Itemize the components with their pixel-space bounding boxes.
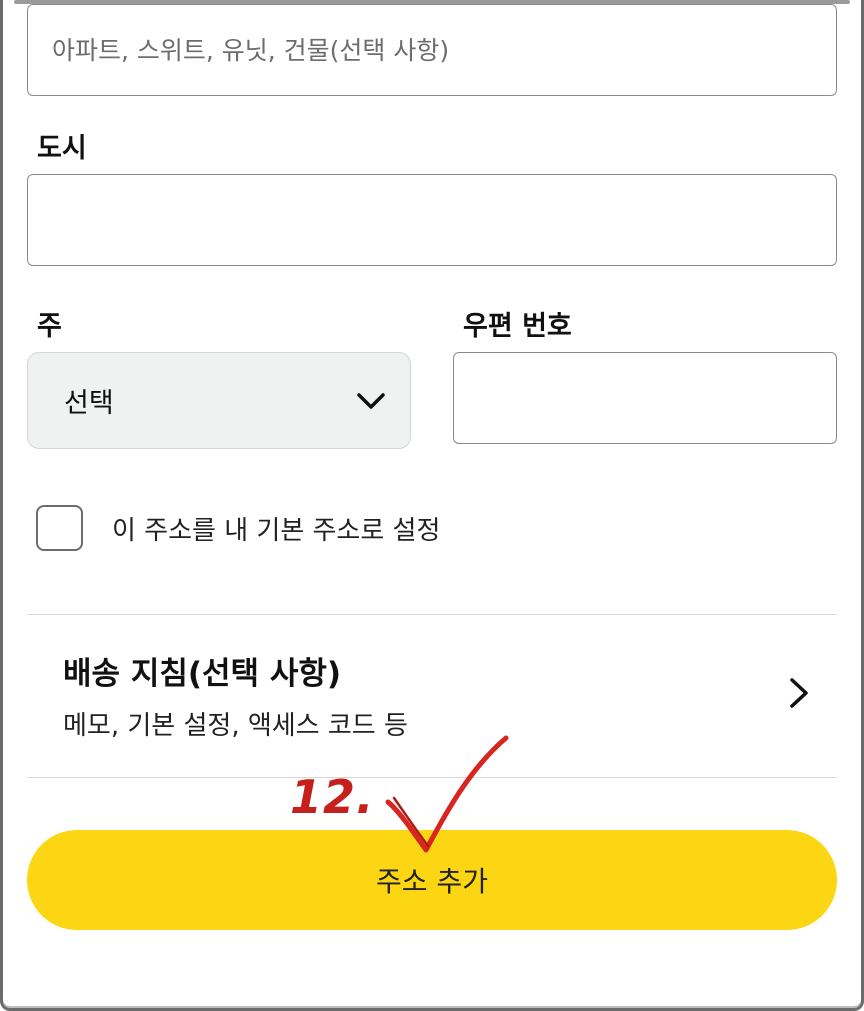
address-line2-field[interactable] xyxy=(27,4,837,96)
state-select[interactable]: 선택 xyxy=(27,352,411,449)
postal-code-input[interactable] xyxy=(454,353,836,443)
delivery-instructions-title: 배송 지침(선택 사항) xyxy=(63,656,342,692)
step-annotation: 12. xyxy=(290,770,375,824)
chevron-down-icon xyxy=(357,392,385,409)
address-line2-input[interactable] xyxy=(28,5,836,95)
checkmark-annotation-icon xyxy=(385,735,509,853)
delivery-instructions-subtitle: 메모, 기본 설정, 액세스 코드 등 xyxy=(63,711,408,741)
city-field[interactable] xyxy=(27,174,837,266)
default-address-checkbox[interactable] xyxy=(36,505,83,551)
city-input[interactable] xyxy=(28,175,836,265)
postal-code-field[interactable] xyxy=(453,352,837,444)
city-label: 도시 xyxy=(37,133,87,164)
postal-code-label: 우편 번호 xyxy=(463,311,572,342)
chevron-right-icon xyxy=(790,678,808,708)
default-address-label[interactable]: 이 주소를 내 기본 주소로 설정 xyxy=(112,510,440,547)
state-selected-value: 선택 xyxy=(64,388,114,419)
state-label: 주 xyxy=(37,311,62,342)
